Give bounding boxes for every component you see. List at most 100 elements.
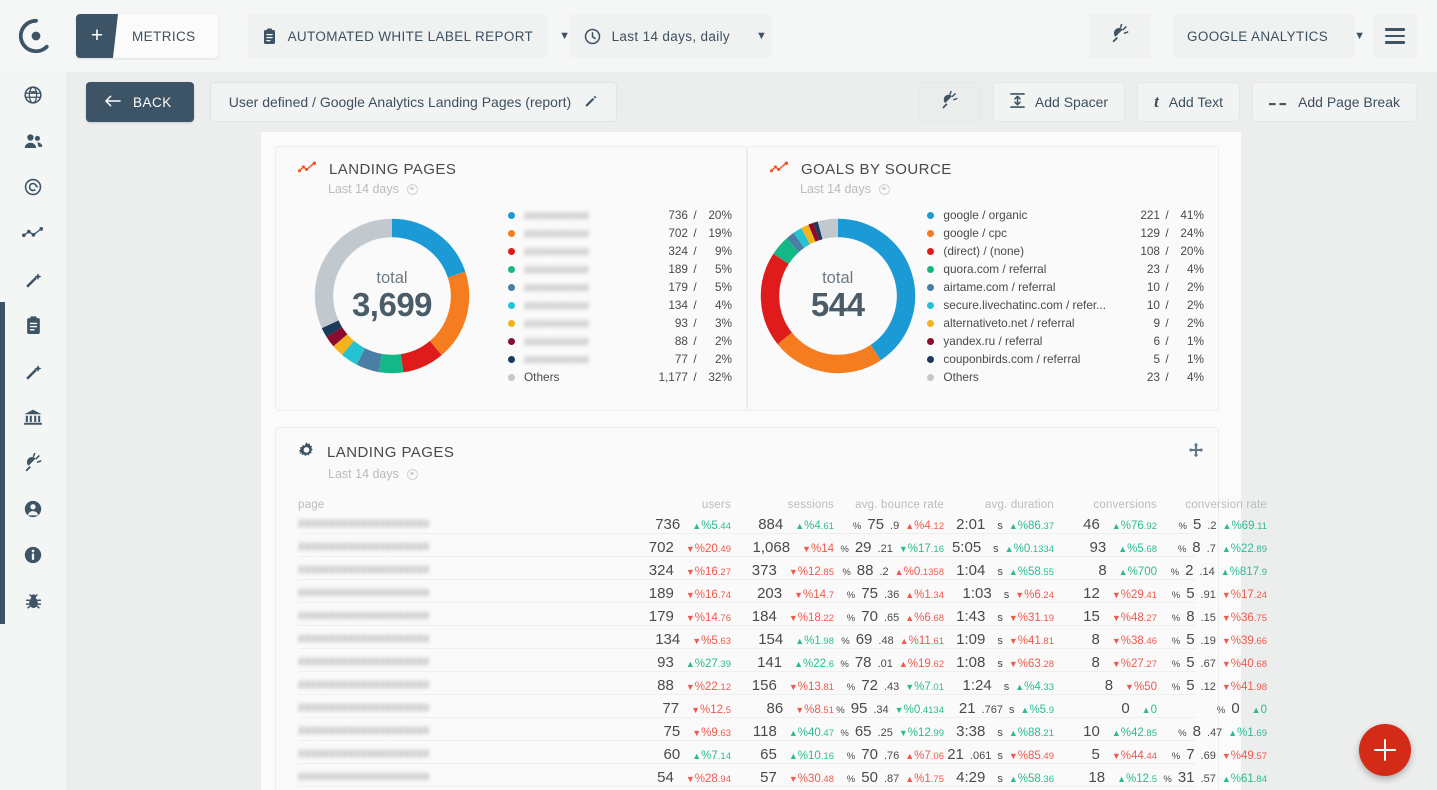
metric-decimal: .19 [1200,635,1216,647]
delta-arrow-icon: ▼ [692,636,702,646]
percent-sign: % [852,521,862,532]
legend-row[interactable]: xxxxxxxxxxx 134 / 4% [508,296,732,314]
widget-goals-by-source[interactable]: GOALS BY SOURCE Last 14 days total 544 g… [747,146,1219,411]
legend-row[interactable]: couponbirds.com / referral 5 / 1% [927,350,1204,368]
table-row[interactable]: xxxxxxxxxxxxxxxxxxxxx 324 ▼%16.27 373 ▼%12.8… [298,557,1267,580]
sidebar-item-line-chart[interactable] [0,210,66,256]
connectors-button[interactable] [918,82,981,122]
column-header-sessions: sessions [787,499,834,511]
sidebar-item-builder[interactable] [0,348,66,394]
legend-row[interactable]: xxxxxxxxxxx 324 / 9% [508,242,732,260]
legend-value: 108 [1140,244,1160,258]
legend-row[interactable]: quora.com / referral 23 / 4% [927,260,1204,278]
delta-arrow-icon: ▼ [898,544,908,554]
legend-label: xxxxxxxxxxx [524,280,589,294]
data-source-select[interactable]: GOOGLE ANALYTICS ▼ [1173,14,1365,58]
metric-value: 12 [1083,585,1100,602]
table-row[interactable]: xxxxxxxxxxxxxxxxxxxxx 77 ▼%12.5 86 ▼%8.51% 95… [298,695,1267,718]
delta-arrow-icon: ▼ [685,544,695,554]
delta-arrow-icon: ▼ [1008,659,1018,669]
delta-arrow-icon: ▼ [1111,636,1121,646]
cell-conversion-rate: % 5 .91 ▼%17.24 [1157,585,1267,602]
metric-value: 15 [1083,608,1100,625]
metric-value: 72 [861,677,878,694]
table-row[interactable]: xxxxxxxxxxxxxxxxxxxxx 75 ▼%9.63 118 ▲%40.47%… [298,718,1267,741]
table-row[interactable]: xxxxxxxxxxxxxxxxxxxxx 736 ▲%5.44 884 ▲%4.61%… [298,511,1267,534]
widget-subtitle: Last 14 days [328,182,399,196]
legend-row[interactable]: xxxxxxxxxxx 189 / 5% [508,260,732,278]
table-row[interactable]: xxxxxxxxxxxxxxxxxxxxx 54 ▼%28.94 57 ▼%30.48%… [298,764,1267,787]
move-icon[interactable] [1188,442,1204,463]
main-menu-button[interactable] [1373,14,1417,58]
legend-row[interactable]: xxxxxxxxxxx 702 / 19% [508,224,732,242]
legend-color-dot [927,301,935,309]
widget-landing-pages-table[interactable]: LANDING PAGES Last 14 days page users sess… [275,427,1267,790]
legend-row[interactable]: secure.livechatinc.com / refer... 10 / 2% [927,296,1204,314]
sidebar-item-billing[interactable] [0,394,66,440]
metric-decimal: .43 [883,681,900,693]
table-row[interactable]: xxxxxxxxxxxxxxxxxxxxx 702 ▼%20.49 1,068 ▼%14… [298,534,1267,557]
report-select[interactable]: AUTOMATED WHITE LABEL REPORT ▼ [247,14,570,58]
sidebar-item-refresh[interactable] [0,164,66,210]
add-widget-fab[interactable] [1359,724,1411,776]
sidebar-item-account[interactable] [0,486,66,532]
add-page-break-button[interactable]: Add Page Break [1252,82,1417,122]
legend-row[interactable]: airtame.com / referral 10 / 2% [927,278,1204,296]
sidebar-item-bug[interactable] [0,578,66,624]
date-range-select[interactable]: Last 14 days, daily ▼ [569,14,772,58]
back-button[interactable]: BACK [86,82,194,122]
legend-row[interactable]: alternativeto.net / referral 9 / 2% [927,314,1204,332]
legend-row[interactable]: xxxxxxxxxxx 736 / 20% [508,206,732,224]
legend-row[interactable]: xxxxxxxxxxx 77 / 2% [508,350,732,368]
legend-row[interactable]: xxxxxxxxxxx 93 / 3% [508,314,732,332]
cell-sessions: 156 ▼%13.81 [731,677,834,694]
metrics-button[interactable]: + METRICS [76,14,218,58]
legend-row[interactable]: yandex.ru / referral 6 / 1% [927,332,1204,350]
sidebar-item-info[interactable] [0,532,66,578]
legend-row[interactable]: Others 1,177 / 32% [508,368,732,386]
legend-row[interactable]: xxxxxxxxxxx 179 / 5% [508,278,732,296]
delta-value: ▼%12.5 [691,704,731,716]
legend-row[interactable]: Others 23 / 4% [927,368,1204,386]
table-row[interactable]: xxxxxxxxxxxxxxxxxxxxx 179 ▼%14.76 184 ▼%18.2… [298,603,1267,626]
legend-row[interactable]: (direct) / (none) 108 / 20% [927,242,1204,260]
cell-duration: 1:43 s ▼%31.19 [944,608,1054,625]
report-toolbar: BACK User defined / Google Analytics Lan… [66,72,1437,132]
delta-value: ▲%22.89 [1221,543,1267,555]
info-dot-icon[interactable] [406,183,418,195]
legend-row[interactable]: xxxxxxxxxxx 88 / 2% [508,332,732,350]
metric-decimal: .14 [1199,566,1215,578]
metric-value: 0 [1121,700,1130,717]
gear-icon[interactable] [298,442,315,463]
add-spacer-button[interactable]: Add Spacer [992,82,1126,122]
sidebar-item-users[interactable] [0,118,66,164]
sidebar-item-magic-wand[interactable] [0,256,66,302]
connector-plug-button[interactable] [1089,14,1151,58]
info-dot-icon[interactable] [878,183,890,195]
legend-separator: / [1165,298,1169,312]
app-logo[interactable] [0,0,72,72]
sidebar-item-connectors[interactable] [0,440,66,486]
table-row[interactable]: xxxxxxxxxxxxxxxxxxxxx 134 ▼%5.63 154 ▲%1.98%… [298,626,1267,649]
legend-row[interactable]: google / cpc 129 / 24% [927,224,1204,242]
donut-legend-landing-pages: xxxxxxxxxxx 736/20% xxxxxxxxxxx 702/19% xxxx… [508,206,746,386]
metric-value: 2 [1185,562,1194,579]
table-row[interactable]: xxxxxxxxxxxxxxxxxxxxx 88 ▼%22.12 156 ▼%13.81… [298,672,1267,695]
cell-duration: 1:04 s ▲%58.55 [944,562,1054,579]
legend-row[interactable]: google / organic 221 / 41% [927,206,1204,224]
metric-decimal: .65 [883,612,900,624]
add-text-button[interactable]: t Add Text [1137,82,1241,122]
report-title-field[interactable]: User defined / Google Analytics Landing … [209,82,618,122]
sidebar-item-globe[interactable] [0,72,66,118]
table-row[interactable]: xxxxxxxxxxxxxxxxxxxxx 60 ▲%7.14 65 ▲%10.16% 7… [298,741,1267,764]
table-row[interactable]: xxxxxxxxxxxxxxxxxxxxx 93 ▲%27.39 141 ▲%22.6%… [298,649,1267,672]
cell-sessions: 184 ▼%18.22 [731,608,834,625]
delta-value: ▼%14 [802,543,834,555]
delta-arrow-icon: ▲ [905,774,915,784]
metric-value: 184 [751,608,777,625]
widget-landing-pages-donut[interactable]: LANDING PAGES Last 14 days total 3,699 x… [275,146,747,411]
table-row[interactable]: xxxxxxxxxxxxxxxxxxxxx 189 ▼%16.74 203 ▼%14.7… [298,580,1267,603]
pencil-icon[interactable] [584,94,598,111]
info-dot-icon[interactable] [406,468,418,480]
sidebar-item-reports[interactable] [0,302,66,348]
